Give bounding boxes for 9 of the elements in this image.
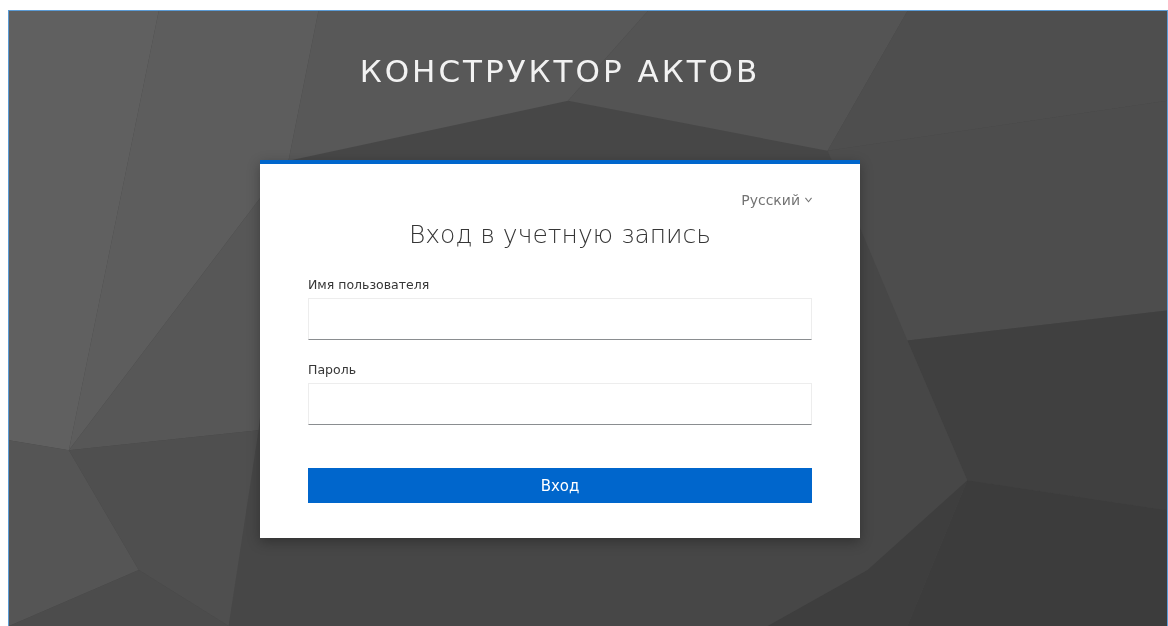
caret-icon (805, 197, 812, 203)
input-field[interactable] (308, 298, 812, 340)
login-button[interactable]: Вход (308, 468, 812, 503)
language-dropdown[interactable]: Русский (741, 192, 812, 208)
field-label: Имя пользователя (308, 277, 431, 292)
field-label: Пароль (308, 362, 357, 377)
input-field[interactable] (308, 383, 812, 425)
login-heading: Вход в учетную запись (407, 220, 713, 249)
app-title: КОНСТРУКТОР АКТОВ (359, 52, 761, 91)
